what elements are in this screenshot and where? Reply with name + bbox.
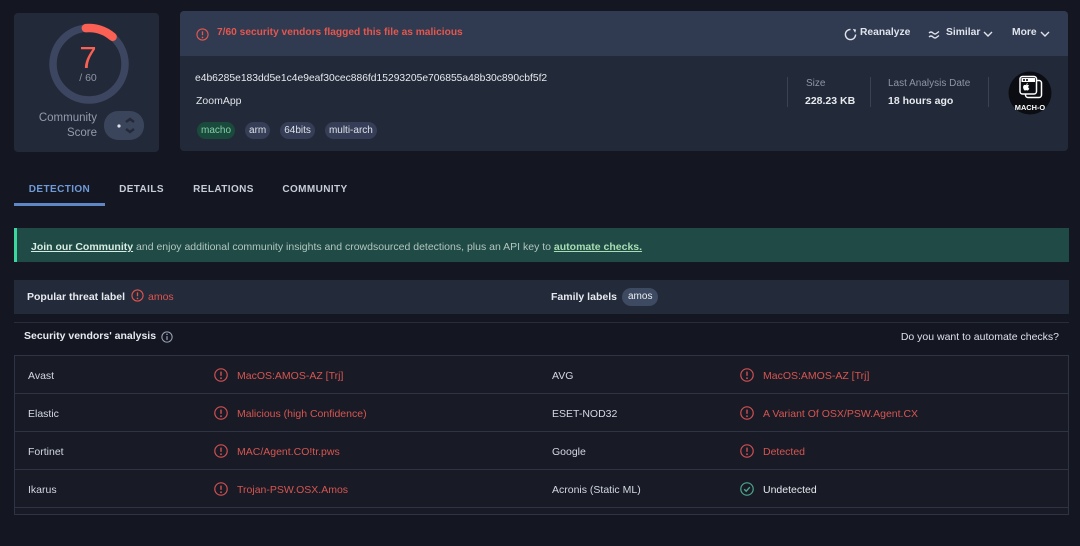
svg-text:MACH-O: MACH-O <box>1015 103 1046 112</box>
